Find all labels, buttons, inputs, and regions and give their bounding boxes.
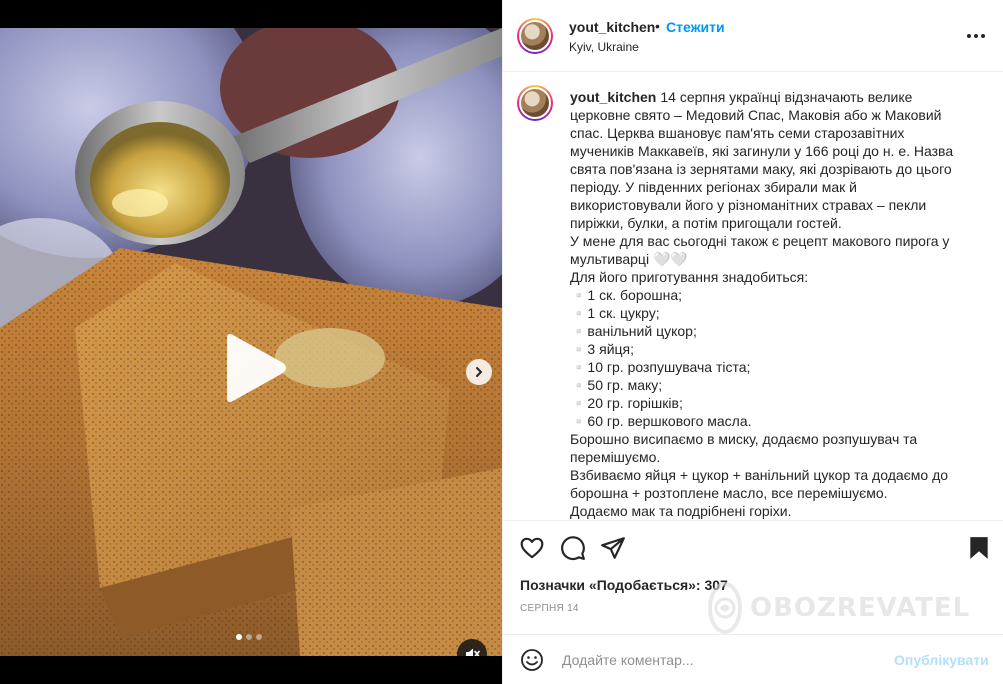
- more-dot: [974, 34, 978, 38]
- avatar[interactable]: [517, 18, 553, 54]
- carousel-dot: [236, 634, 242, 640]
- share-button[interactable]: [600, 535, 626, 561]
- action-bar: [503, 521, 1003, 575]
- caption-text: 14 серпня українці відзначають велике це…: [570, 89, 954, 519]
- smiley-icon: [521, 649, 543, 671]
- comment-icon: [561, 536, 585, 561]
- play-button[interactable]: [219, 332, 289, 404]
- video-frame[interactable]: [0, 28, 502, 656]
- emoji-button[interactable]: [520, 648, 544, 672]
- caption-username[interactable]: yout_kitchen: [570, 89, 656, 105]
- header-separator: •: [655, 18, 660, 34]
- play-icon: [227, 334, 286, 402]
- post-comment-button[interactable]: Опублікувати: [894, 652, 989, 668]
- comment-input[interactable]: [560, 647, 884, 673]
- comment-button[interactable]: [560, 535, 586, 561]
- heart-icon: [520, 537, 544, 559]
- caption-block: yout_kitchen 14 серпня українці відзначаю…: [570, 88, 962, 520]
- follow-button[interactable]: Стежити: [666, 19, 725, 35]
- more-dot: [981, 34, 985, 38]
- chevron-right-icon: [476, 367, 483, 377]
- caption-avatar[interactable]: [517, 85, 553, 121]
- post-header: yout_kitchen • Стежити Kyiv, Ukraine: [503, 0, 1003, 72]
- post-date[interactable]: Серпня 14: [520, 603, 579, 614]
- carousel-dot: [246, 634, 252, 640]
- watermark: OBOZREVATEL: [708, 580, 971, 636]
- more-options-button[interactable]: [964, 27, 988, 45]
- carousel-dot: [256, 634, 262, 640]
- post-details-panel: yout_kitchen • Стежити Kyiv, Ukraine you…: [502, 0, 1003, 684]
- comment-bar: Опублікувати: [503, 634, 1003, 684]
- post-media: [0, 0, 502, 684]
- paper-plane-icon: [601, 537, 625, 559]
- caption-section: yout_kitchen 14 серпня українці відзначаю…: [503, 72, 1003, 521]
- location-link[interactable]: Kyiv, Ukraine: [569, 40, 639, 54]
- more-dots-icon: [967, 34, 971, 38]
- like-button[interactable]: [519, 535, 545, 561]
- mute-icon: [466, 648, 480, 656]
- carousel-indicator: [236, 634, 262, 640]
- likes-count[interactable]: Позначки «Подобається»: 307: [520, 577, 728, 593]
- watermark-text: OBOZREVATEL: [750, 593, 971, 623]
- header-username[interactable]: yout_kitchen: [569, 19, 655, 35]
- carousel-next-button[interactable]: [466, 359, 492, 385]
- save-button[interactable]: [966, 535, 992, 561]
- bookmark-icon: [970, 537, 988, 559]
